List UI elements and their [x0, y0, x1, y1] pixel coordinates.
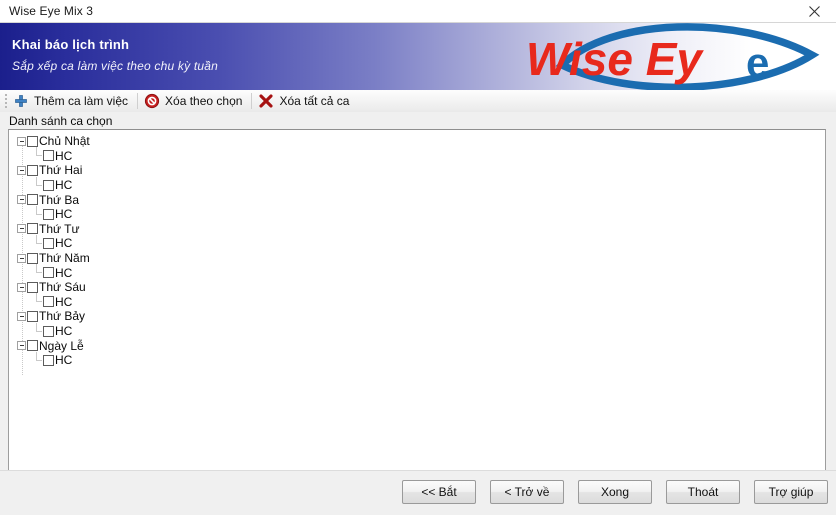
toolbar-separator [137, 93, 139, 109]
tree-checkbox[interactable] [43, 208, 54, 220]
delete-all-button[interactable]: Xóa tất cả ca [255, 91, 355, 111]
wise-eye-logo-icon: Wise Ey e [526, 23, 820, 90]
exit-button[interactable]: Thoát [666, 480, 740, 504]
expander-minus-icon[interactable] [17, 224, 26, 234]
tree-node-label: HC [55, 236, 73, 251]
schedule-tree: Chủ Nhật HC Thứ Hai HC Thứ Ba HC Thứ Tư … [9, 130, 825, 376]
close-icon [808, 5, 820, 17]
tree-row[interactable]: Thứ Hai [9, 163, 825, 178]
banner-title: Khai báo lịch trình [12, 37, 130, 52]
tree-row[interactable]: HC [9, 147, 825, 164]
svg-text:Wise Ey: Wise Ey [526, 33, 704, 85]
tree-node-label: HC [55, 265, 73, 280]
shift-list-label: Danh sánh ca chọn [9, 114, 113, 128]
tree-elbow-icon [33, 176, 42, 190]
tree-checkbox[interactable] [43, 325, 54, 337]
expander-minus-icon[interactable] [17, 195, 26, 205]
tree-node-label: HC [55, 178, 73, 193]
tree-node-label: HC [55, 353, 73, 368]
expander-minus-icon[interactable] [17, 165, 26, 175]
tree-checkbox[interactable] [43, 354, 54, 366]
tree-row[interactable]: Ngày Lễ [9, 338, 825, 353]
tree-row[interactable]: HC [9, 264, 825, 280]
footer-bar: << Bắt < Trở về Xong Thoát Trợ giúp [0, 470, 836, 515]
add-shift-label: Thêm ca làm việc [34, 94, 129, 108]
close-button[interactable] [792, 0, 836, 22]
window-titlebar: Wise Eye Mix 3 [0, 0, 836, 23]
window-title: Wise Eye Mix 3 [9, 4, 94, 18]
tree-row[interactable]: Thứ Tư [9, 222, 825, 237]
tree-checkbox[interactable] [27, 135, 38, 147]
svg-text:e: e [746, 39, 769, 86]
tree-row[interactable]: Chủ Nhật [9, 134, 825, 149]
tree-checkbox[interactable] [27, 164, 38, 176]
tree-checkbox[interactable] [27, 194, 38, 206]
shift-list-panel: Chủ Nhật HC Thứ Hai HC Thứ Ba HC Thứ Tư … [8, 129, 826, 481]
finish-button[interactable]: Xong [578, 480, 652, 504]
tree-node-label: Thứ Năm [39, 251, 90, 266]
tree-checkbox[interactable] [43, 267, 54, 279]
tree-row[interactable]: Thứ Năm [9, 251, 825, 266]
tree-elbow-icon [33, 293, 42, 306]
back-button[interactable]: < Trở về [490, 480, 564, 504]
expander-minus-icon[interactable] [17, 282, 26, 292]
plus-icon [15, 95, 27, 107]
footer-button-row: << Bắt < Trở về Xong Thoát Trợ giúp [402, 480, 828, 504]
main-toolbar: Thêm ca làm việc Xóa theo chọn Xóa tất c… [0, 90, 836, 113]
tree-row[interactable]: Thứ Ba [9, 192, 825, 207]
tree-node-label: HC [55, 324, 73, 339]
tree-elbow-icon [33, 234, 42, 248]
start-button[interactable]: << Bắt [402, 480, 476, 504]
tree-node-label: Thứ Ba [39, 192, 80, 207]
tree-node-label: HC [55, 148, 73, 163]
tree-row[interactable]: HC [9, 293, 825, 310]
toolbar-separator-2 [251, 93, 253, 109]
expander-minus-icon[interactable] [17, 136, 26, 146]
help-button[interactable]: Trợ giúp [754, 480, 828, 504]
delete-selected-label: Xóa theo chọn [165, 94, 243, 108]
expander-minus-icon[interactable] [17, 253, 26, 263]
tree-checkbox[interactable] [43, 150, 54, 162]
tree-node-label: Thứ Bảy [39, 309, 86, 324]
tree-node-label: Chủ Nhật [39, 134, 90, 149]
toolbar-grip[interactable] [2, 93, 10, 109]
tree-node-label: HC [55, 207, 73, 222]
tree-node-label: Ngày Lễ [39, 338, 84, 353]
tree-elbow-icon [33, 264, 42, 277]
tree-elbow-icon [33, 322, 42, 336]
expander-minus-icon[interactable] [17, 341, 26, 351]
tree-row[interactable]: Thứ Bảy [9, 309, 825, 324]
tree-checkbox[interactable] [27, 340, 38, 352]
tree-row[interactable]: HC [9, 351, 825, 368]
tree-checkbox[interactable] [43, 179, 54, 191]
delete-selected-button[interactable]: Xóa theo chọn [141, 91, 248, 111]
tree-elbow-icon [33, 205, 42, 219]
tree-node-label: HC [55, 294, 73, 309]
wise-eye-logo: Wise Ey e [500, 23, 830, 90]
tree-checkbox[interactable] [43, 237, 54, 249]
tree-elbow-icon [33, 351, 42, 365]
tree-elbow-icon [33, 147, 42, 160]
banner-subtitle: Sắp xếp ca làm việc theo chu kỳ tuần [12, 59, 218, 73]
tree-checkbox[interactable] [27, 310, 38, 322]
app-banner: Khai báo lịch trình Sắp xếp ca làm việc … [0, 23, 836, 90]
x-mark-icon [259, 94, 273, 108]
tree-row[interactable]: HC [9, 205, 825, 222]
tree-row[interactable]: Thứ Sáu [9, 280, 825, 295]
tree-row[interactable]: HC [9, 234, 825, 251]
tree-row[interactable]: HC [9, 322, 825, 339]
tree-checkbox[interactable] [27, 223, 38, 235]
content-area: Danh sánh ca chọn Chủ Nhật HC Thứ Hai HC… [0, 112, 836, 515]
tree-row[interactable]: HC [9, 176, 825, 193]
delete-circle-icon [144, 93, 160, 109]
tree-node-label: Thứ Hai [39, 163, 83, 178]
tree-node-label: Thứ Sáu [39, 280, 86, 295]
tree-checkbox[interactable] [43, 296, 54, 308]
tree-node-label: Thứ Tư [39, 221, 80, 236]
tree-checkbox[interactable] [27, 281, 38, 293]
delete-all-label: Xóa tất cả ca [279, 94, 350, 108]
tree-checkbox[interactable] [27, 252, 38, 264]
expander-minus-icon[interactable] [17, 311, 26, 321]
add-shift-button[interactable]: Thêm ca làm việc [10, 91, 134, 111]
